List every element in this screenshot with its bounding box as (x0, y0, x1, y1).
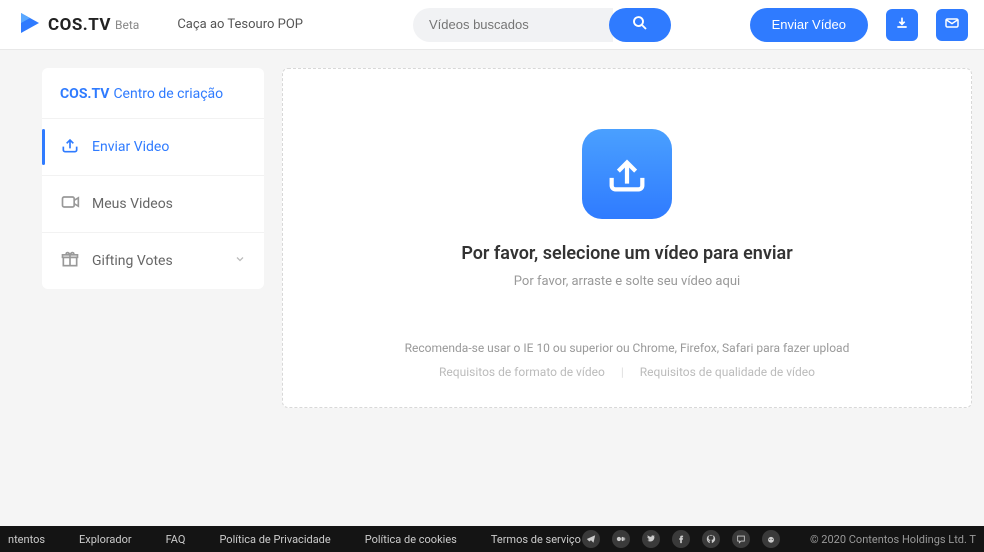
footer: ntentos Explorador FAQ Política de Priva… (0, 526, 984, 552)
footer-link[interactable]: Explorador (79, 533, 132, 546)
github-icon[interactable] (702, 530, 720, 548)
footer-link[interactable]: FAQ (166, 533, 186, 546)
search-icon (631, 14, 649, 35)
search-form (413, 8, 671, 42)
sidebar: COS.TV Centro de criação Enviar Video Me… (42, 68, 264, 289)
upload-icon (60, 135, 80, 159)
telegram-icon[interactable] (582, 530, 600, 548)
header-actions: Enviar Vídeo (750, 8, 968, 42)
sidebar-brand: COS.TV (60, 86, 109, 102)
quality-requirements-link[interactable]: Requisitos de qualidade de vídeo (640, 365, 815, 379)
twitter-icon[interactable] (642, 530, 660, 548)
header: COS.TV Beta Caça ao Tesouro POP Enviar V… (0, 0, 984, 50)
promo-link[interactable]: Caça ao Tesouro POP (177, 17, 303, 32)
upload-subtitle: Por favor, arraste e solte seu vídeo aqu… (514, 274, 740, 289)
upload-dropzone[interactable]: Por favor, selecione um vídeo para envia… (282, 68, 972, 408)
upload-hint: Recomenda-se usar o IE 10 ou superior ou… (405, 341, 850, 355)
sidebar-item-my-videos[interactable]: Meus Videos (42, 175, 264, 232)
beta-badge: Beta (115, 18, 139, 32)
chevron-down-icon (234, 253, 246, 269)
sidebar-item-label: Meus Videos (92, 196, 173, 212)
reddit-icon[interactable] (762, 530, 780, 548)
medium-icon[interactable] (612, 530, 630, 548)
footer-link[interactable]: Política de cookies (365, 533, 457, 546)
footer-socials: © 2020 Contentos Holdings Ltd. T (582, 530, 976, 548)
logo[interactable]: COS.TV Beta (16, 10, 139, 40)
sidebar-item-upload[interactable]: Enviar Video (42, 118, 264, 175)
sidebar-title: COS.TV Centro de criação (42, 68, 264, 118)
footer-link[interactable]: Termos de serviço (491, 533, 581, 546)
format-requirements-link[interactable]: Requisitos de formato de vídeo (439, 365, 605, 379)
upload-hero-icon (582, 129, 672, 219)
send-video-button[interactable]: Enviar Vídeo (750, 8, 868, 42)
copyright: © 2020 Contentos Holdings Ltd. T (810, 533, 976, 546)
mail-button[interactable] (936, 9, 968, 41)
sidebar-subtitle: Centro de criação (113, 86, 223, 102)
search-input[interactable] (413, 8, 613, 42)
video-icon (60, 192, 80, 216)
sidebar-item-label: Enviar Video (92, 139, 169, 155)
search-button[interactable] (609, 8, 671, 42)
play-logo-icon (16, 10, 42, 40)
sidebar-item-gifting[interactable]: Gifting Votes (42, 232, 264, 289)
upload-title: Por favor, selecione um vídeo para envia… (461, 243, 792, 264)
divider: | (621, 365, 624, 379)
download-icon (894, 15, 910, 35)
footer-link[interactable]: Política de Privacidade (219, 533, 330, 546)
download-button[interactable] (886, 9, 918, 41)
gift-icon (60, 249, 80, 273)
upload-links: Requisitos de formato de vídeo | Requisi… (439, 365, 815, 379)
chat-icon[interactable] (732, 530, 750, 548)
main: COS.TV Centro de criação Enviar Video Me… (0, 50, 984, 408)
facebook-icon[interactable] (672, 530, 690, 548)
sidebar-item-label: Gifting Votes (92, 253, 173, 269)
mail-icon (944, 15, 960, 35)
logo-text: COS.TV (48, 15, 111, 35)
footer-link[interactable]: ntentos (8, 533, 45, 546)
footer-links: ntentos Explorador FAQ Política de Priva… (8, 533, 581, 546)
